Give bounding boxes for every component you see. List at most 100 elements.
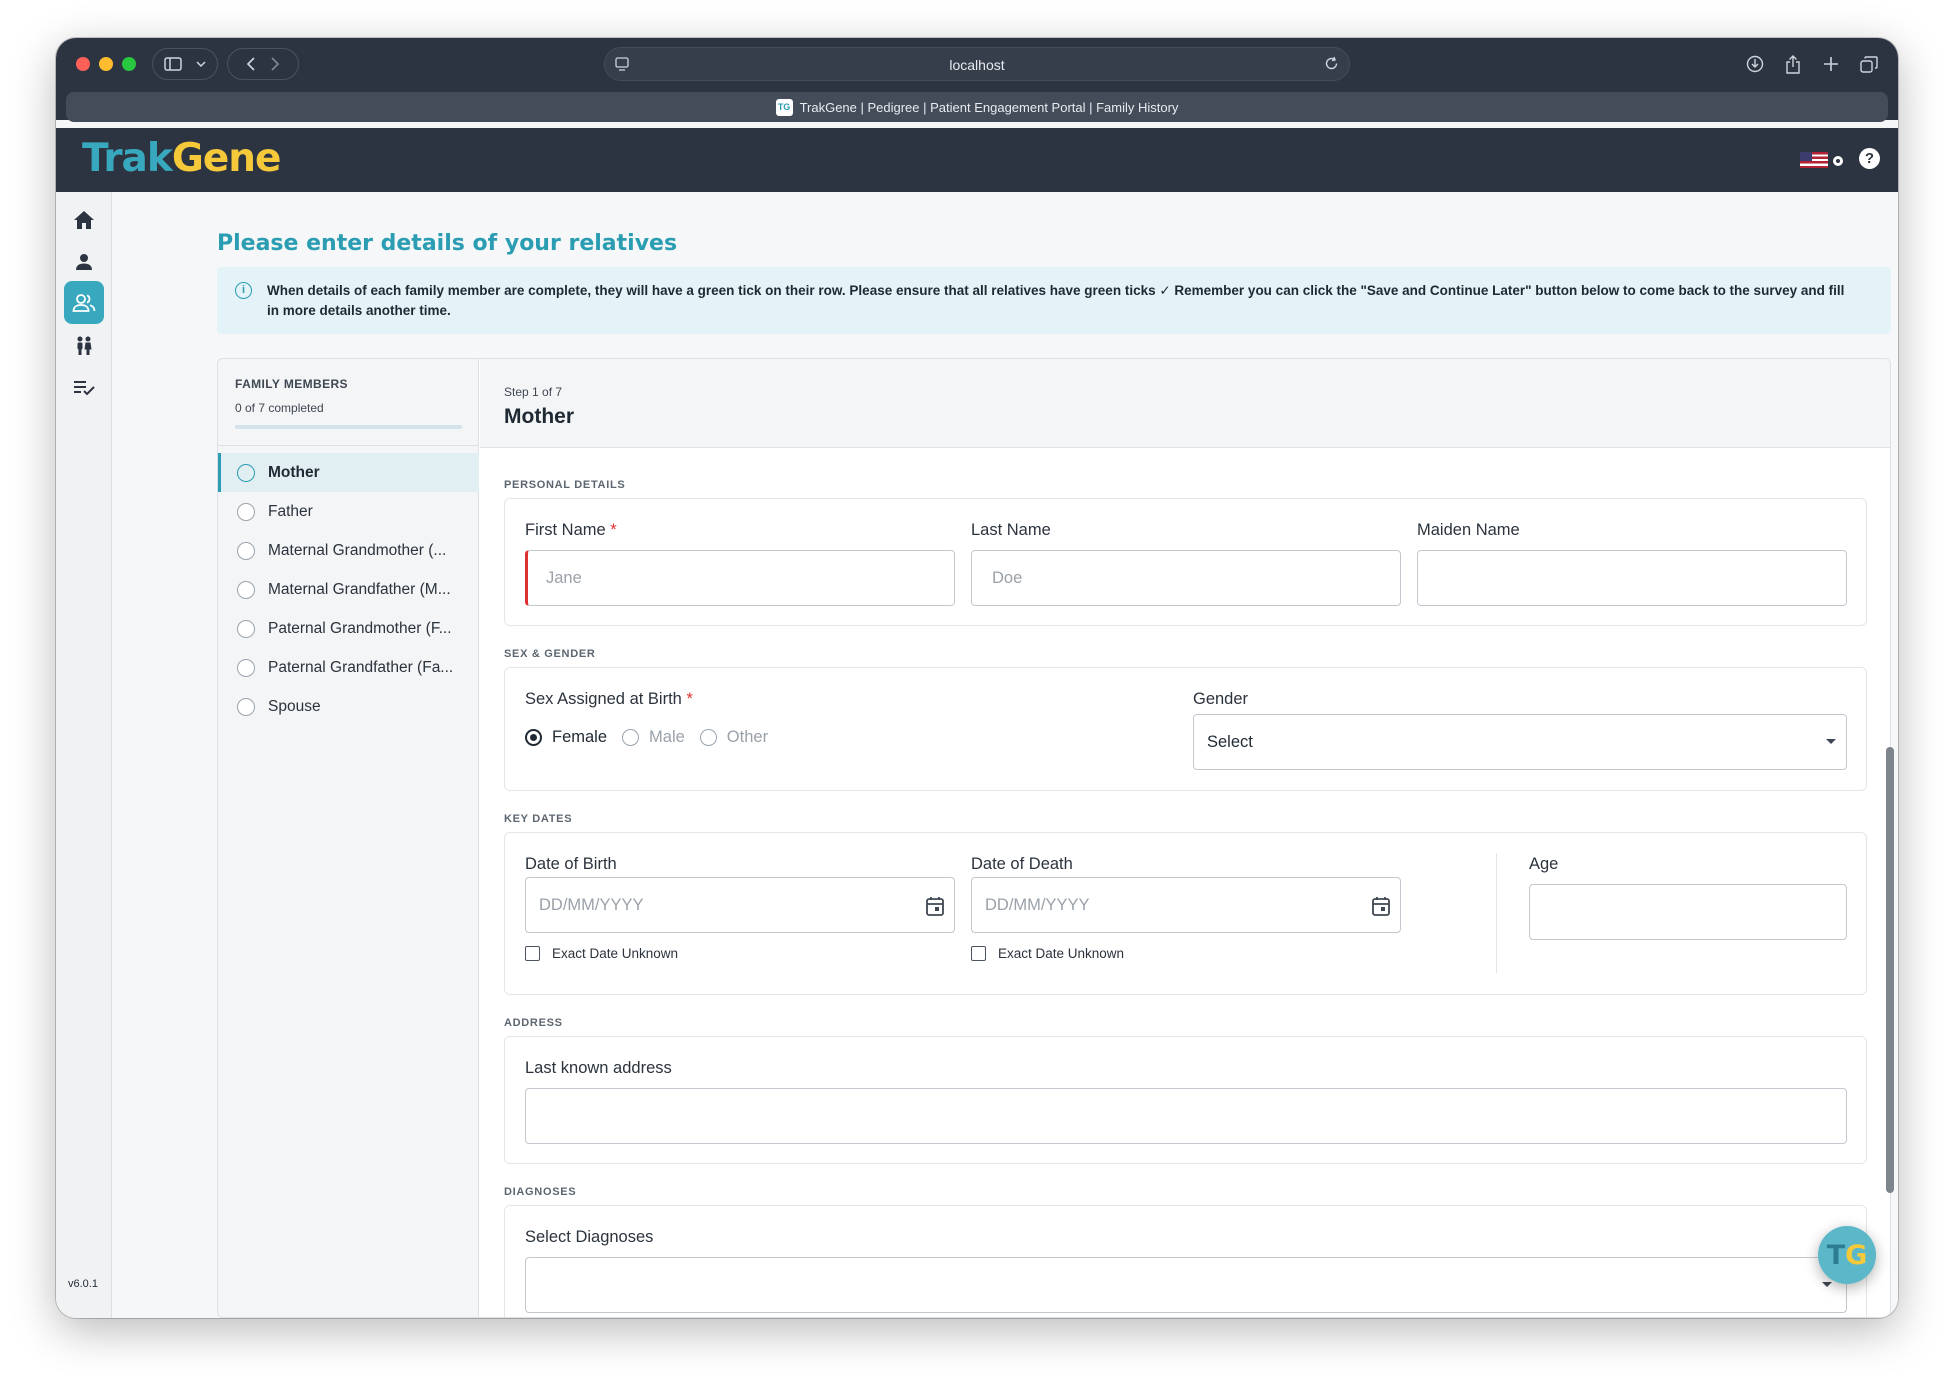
checklist-icon: [74, 381, 95, 396]
status-circle-icon: [237, 697, 255, 716]
member-item-paternal-grandfather[interactable]: Paternal Grandfather (Fa...: [218, 648, 479, 687]
dob-input[interactable]: DD/MM/YYYY: [525, 877, 955, 933]
dropdown-arrow-icon: [1826, 739, 1836, 744]
member-label: Mother: [268, 463, 320, 481]
member-item-mother[interactable]: Mother: [218, 453, 479, 492]
maiden-name-input[interactable]: [1417, 550, 1847, 606]
close-window-button[interactable]: [76, 57, 90, 71]
home-icon: [74, 211, 94, 229]
nav-profile[interactable]: [64, 242, 104, 282]
member-item-father[interactable]: Father: [218, 492, 479, 531]
address-card: Last known address: [504, 1036, 1867, 1164]
member-label: Paternal Grandmother (F...: [268, 619, 452, 637]
address-input[interactable]: [525, 1088, 1847, 1144]
status-circle-icon: [237, 541, 255, 560]
member-title: Mother: [504, 405, 574, 428]
nav-checklist[interactable]: [64, 368, 104, 408]
page-scrollbar[interactable]: [1886, 747, 1894, 1193]
dod-input[interactable]: DD/MM/YYYY: [971, 877, 1401, 933]
gender-select[interactable]: Select: [1193, 714, 1847, 770]
minimize-window-button[interactable]: [99, 57, 113, 71]
maiden-name-label: Maiden Name: [1417, 521, 1520, 539]
radio-male[interactable]: Male: [622, 728, 685, 747]
us-flag-icon[interactable]: [1800, 152, 1828, 168]
checkbox-icon: [971, 946, 986, 961]
calendar-icon[interactable]: [1372, 896, 1390, 916]
family-members-heading: FAMILY MEMBERS: [235, 377, 348, 391]
address-bar[interactable]: localhost: [604, 47, 1350, 81]
dod-unknown-checkbox[interactable]: Exact Date Unknown: [971, 946, 1124, 961]
trakgene-logo[interactable]: TrakGene: [82, 136, 281, 181]
trakgene-assistant-button[interactable]: TG: [1818, 1226, 1876, 1284]
info-banner: i When details of each family member are…: [217, 267, 1891, 334]
member-label: Paternal Grandfather (Fa...: [268, 658, 454, 676]
forward-icon[interactable]: [270, 57, 280, 71]
group-icon: [72, 293, 96, 312]
tab-title: TrakGene | Pedigree | Patient Engagement…: [799, 99, 1179, 115]
sex-radio-group: Female Male Other: [525, 728, 783, 747]
member-label: Maternal Grandfather (M...: [268, 580, 451, 598]
family-members-list: FAMILY MEMBERS 0 of 7 completed Mother F…: [218, 359, 479, 1317]
sidebar-toggle-button[interactable]: [152, 48, 218, 80]
person-icon: [76, 254, 92, 270]
first-name-input[interactable]: Jane: [525, 550, 955, 606]
sidebar-icon: [164, 57, 182, 71]
help-icon[interactable]: ?: [1859, 148, 1880, 169]
address-label: Last known address: [525, 1059, 672, 1077]
dropdown-arrow-icon: [1822, 1282, 1832, 1287]
history-nav: [227, 48, 299, 80]
key-dates-card: Date of Birth DD/MM/YYYY Exact Date Unkn…: [504, 832, 1867, 995]
share-icon[interactable]: [1782, 53, 1804, 75]
member-label: Spouse: [268, 697, 321, 715]
step-indicator: Step 1 of 7: [504, 385, 563, 399]
member-form: Step 1 of 7 Mother PERSONAL DETAILS Firs…: [480, 359, 1890, 1317]
checkbox-icon: [525, 946, 540, 961]
form-header: Step 1 of 7 Mother: [480, 359, 1890, 448]
personal-details-card: First Name * Jane Last Name Doe Maiden N…: [504, 498, 1867, 626]
sex-gender-card: Sex Assigned at Birth * Female Male Othe…: [504, 667, 1867, 791]
window-controls: [76, 57, 136, 71]
back-icon[interactable]: [246, 57, 256, 71]
radio-other[interactable]: Other: [699, 728, 768, 747]
member-item-spouse[interactable]: Spouse: [218, 687, 479, 726]
new-tab-icon[interactable]: [1820, 53, 1842, 75]
required-mark: *: [686, 690, 693, 708]
status-circle-icon: [237, 658, 255, 677]
tab-overview-icon[interactable]: [1858, 53, 1880, 75]
browser-toolbar: localhost TG TrakGene | Pedigree | Patie…: [56, 38, 1898, 122]
reload-icon[interactable]: [1324, 56, 1339, 71]
first-name-label: First Name *: [525, 521, 617, 539]
nav-relatives[interactable]: [64, 281, 104, 324]
age-input[interactable]: [1529, 884, 1847, 940]
radio-unchecked-icon: [622, 729, 640, 746]
language-dropdown-icon[interactable]: [1833, 156, 1843, 166]
info-text: When details of each family member are c…: [267, 283, 1845, 318]
section-sex-gender: SEX & GENDER: [504, 648, 596, 660]
section-diagnoses: DIAGNOSES: [504, 1186, 577, 1198]
diagnoses-select[interactable]: [525, 1257, 1847, 1313]
section-personal-details: PERSONAL DETAILS: [504, 479, 626, 491]
member-item-maternal-grandfather[interactable]: Maternal Grandfather (M...: [218, 570, 479, 609]
nav-family[interactable]: [64, 326, 104, 366]
status-circle-icon: [237, 463, 255, 482]
last-name-input[interactable]: Doe: [971, 550, 1401, 606]
member-item-maternal-grandmother[interactable]: Maternal Grandmother (...: [218, 531, 479, 570]
nav-rail: v6.0.1: [56, 192, 112, 1318]
zoom-window-button[interactable]: [122, 57, 136, 71]
calendar-icon[interactable]: [926, 896, 944, 916]
dob-unknown-checkbox[interactable]: Exact Date Unknown: [525, 946, 678, 961]
browser-tab[interactable]: TG TrakGene | Pedigree | Patient Engagem…: [66, 92, 1888, 122]
downloads-icon[interactable]: [1744, 53, 1766, 75]
page-title: Please enter details of your relatives: [217, 231, 678, 256]
radio-female[interactable]: Female: [525, 728, 607, 747]
dod-label: Date of Death: [971, 855, 1073, 873]
nav-home[interactable]: [64, 200, 104, 240]
diagnoses-card: Select Diagnoses: [504, 1205, 1867, 1317]
url-text: localhost: [949, 57, 1005, 73]
status-circle-icon: [237, 502, 255, 521]
member-item-paternal-grandmother[interactable]: Paternal Grandmother (F...: [218, 609, 479, 648]
main-content: Please enter details of your relatives i…: [113, 192, 1898, 1318]
app-version: v6.0.1: [68, 1278, 98, 1290]
radio-checked-icon: [525, 729, 542, 746]
gender-label: Gender: [1193, 690, 1249, 708]
